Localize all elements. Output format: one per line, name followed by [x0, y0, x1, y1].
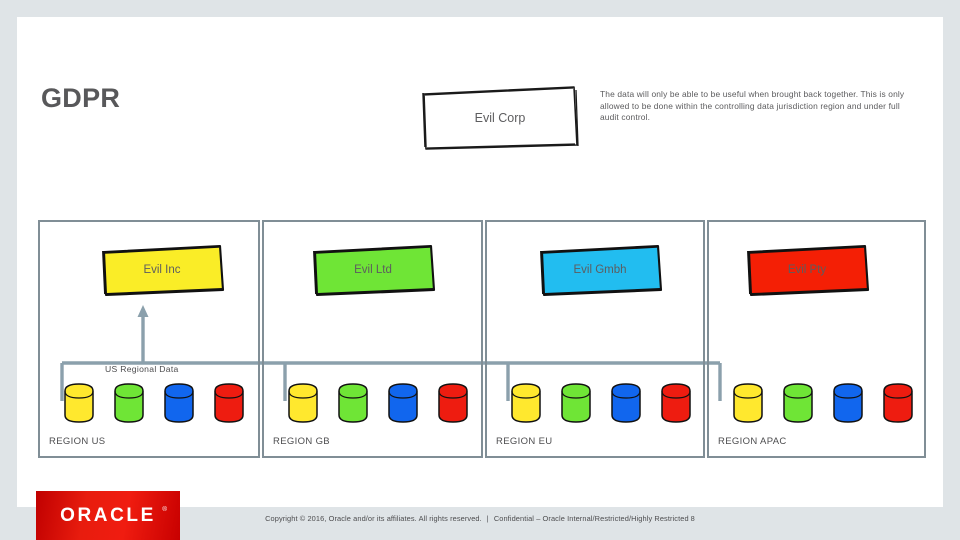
db-cylinder-blue[interactable]: [386, 382, 420, 424]
registered-trademark-icon: ®: [162, 506, 167, 513]
evil-corp-box[interactable]: Evil Corp: [421, 85, 579, 151]
evil-pty-box[interactable]: Evil Pty: [744, 243, 870, 297]
footer-copyright: Copyright © 2016, Oracle and/or its affi…: [265, 514, 482, 523]
db-cylinder-green[interactable]: [336, 382, 370, 424]
region-panel-eu: Evil Gmbh REGION EU: [485, 220, 705, 458]
region-label-gb: REGION GB: [273, 436, 330, 447]
db-cylinder-red[interactable]: [881, 382, 915, 424]
db-cylinder-blue[interactable]: [162, 382, 196, 424]
db-cylinder-yellow[interactable]: [509, 382, 543, 424]
slide-canvas: GDPR The data will only be able to be us…: [0, 0, 960, 540]
region-panel-us: Evil Inc REGION US: [38, 220, 260, 458]
footer-separator: |: [486, 514, 489, 523]
evil-gmbh-box[interactable]: Evil Gmbh: [537, 243, 663, 297]
evil-inc-box[interactable]: Evil Inc: [99, 243, 225, 297]
db-cylinder-green[interactable]: [112, 382, 146, 424]
region-label-apac: REGION APAC: [718, 436, 787, 447]
db-cylinder-yellow[interactable]: [62, 382, 96, 424]
region-label-eu: REGION EU: [496, 436, 553, 447]
db-cylinder-red[interactable]: [436, 382, 470, 424]
region-label-us: REGION US: [49, 436, 106, 447]
db-cylinder-yellow[interactable]: [731, 382, 765, 424]
slide-surface: GDPR The data will only be able to be us…: [17, 17, 943, 507]
db-cylinder-blue[interactable]: [609, 382, 643, 424]
db-row-us: [40, 382, 258, 428]
region-panel-gb: Evil Ltd REGION GB: [262, 220, 483, 458]
db-row-apac: [709, 382, 924, 428]
evil-ltd-box[interactable]: Evil Ltd: [310, 243, 436, 297]
db-cylinder-yellow[interactable]: [286, 382, 320, 424]
footer-classification: Confidential – Oracle Internal/Restricte…: [493, 514, 689, 523]
db-row-gb: [264, 382, 481, 428]
jurisdiction-note: The data will only be able to be useful …: [600, 89, 905, 122]
db-cylinder-red[interactable]: [659, 382, 693, 424]
region-panel-apac: Evil Pty REGION APAC: [707, 220, 926, 458]
db-cylinder-green[interactable]: [781, 382, 815, 424]
db-cylinder-green[interactable]: [559, 382, 593, 424]
footer-text: Copyright © 2016, Oracle and/or its affi…: [0, 514, 960, 523]
footer-page-number: 8: [690, 514, 695, 523]
db-cylinder-red[interactable]: [212, 382, 246, 424]
db-cylinder-blue[interactable]: [831, 382, 865, 424]
db-row-eu: [487, 382, 703, 428]
page-title: GDPR: [41, 83, 121, 114]
